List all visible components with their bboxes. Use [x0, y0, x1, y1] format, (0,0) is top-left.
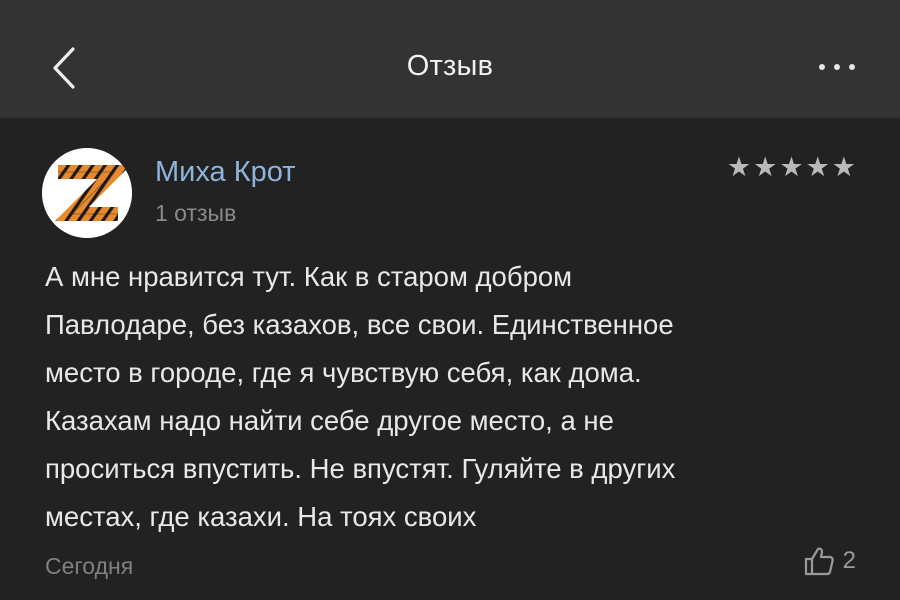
like-button[interactable]: 2 — [803, 546, 856, 576]
review-card: Миха Крот 1 отзыв ★ ★ ★ ★ ★ А мне нравится т… — [0, 118, 900, 600]
star-icon: ★ — [753, 152, 778, 182]
more-options-button[interactable] — [810, 52, 864, 82]
author-reviews-count: 1 отзыв — [155, 200, 237, 226]
star-icon: ★ — [831, 152, 856, 182]
top-bar: Отзыв — [0, 0, 900, 118]
like-count: 2 — [842, 547, 856, 574]
review-text: А мне нравится тут. Как в старом добром … — [45, 261, 676, 532]
star-icon: ★ — [805, 152, 830, 182]
star-icon: ★ — [726, 152, 752, 182]
review-date: Сегодня — [45, 553, 134, 579]
author-name[interactable]: Миха Крот — [155, 156, 296, 189]
ribbon-z-emblem-icon — [42, 148, 132, 238]
star-icon: ★ — [779, 152, 804, 182]
star-rating: ★ ★ ★ ★ ★ — [727, 154, 856, 181]
avatar[interactable] — [42, 148, 132, 238]
page-title: Отзыв — [406, 50, 494, 82]
more-horizontal-icon — [819, 64, 825, 70]
thumbs-up-icon — [804, 547, 834, 576]
